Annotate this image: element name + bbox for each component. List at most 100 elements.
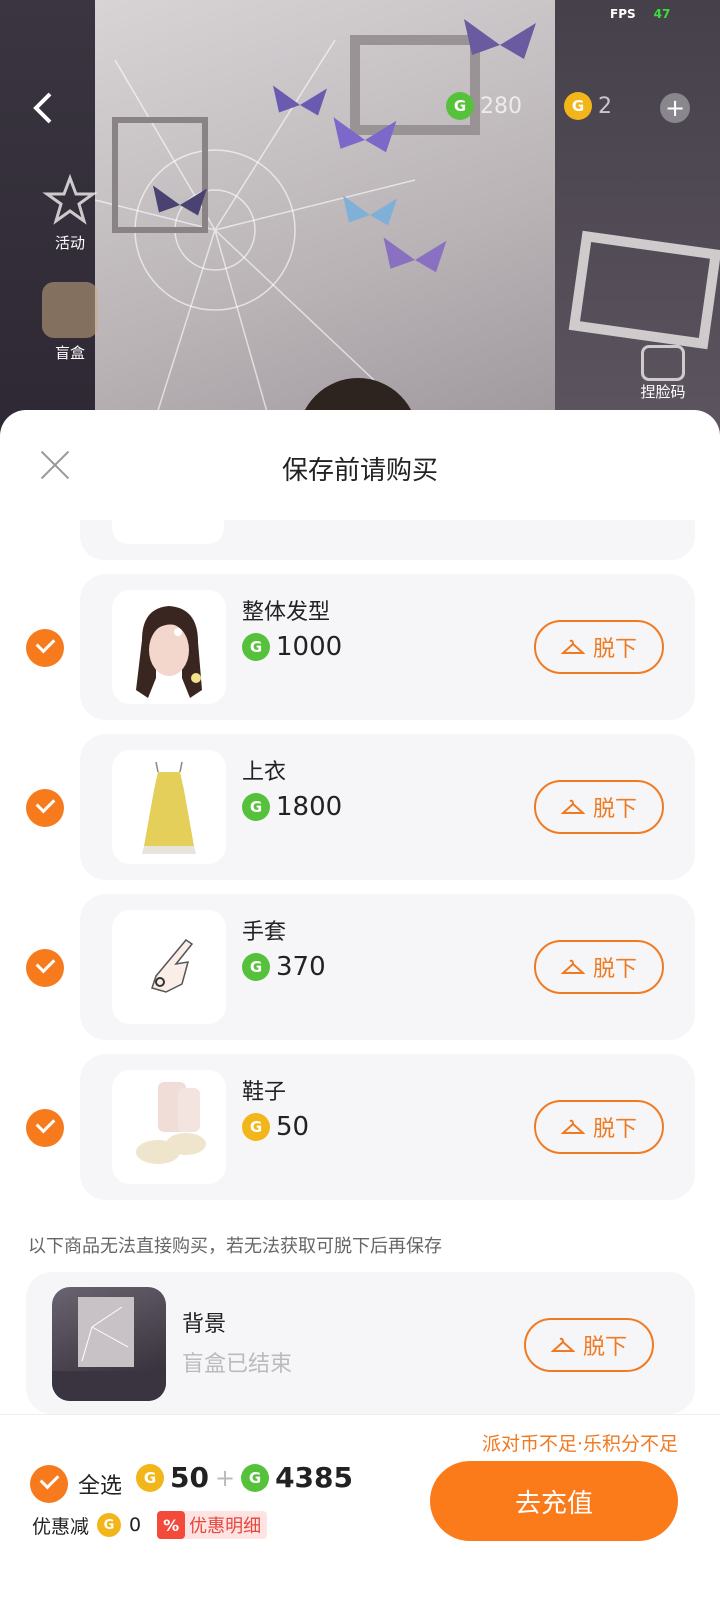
discount-row: 优惠减 G 0 % 优惠明细	[32, 1511, 268, 1539]
item-price-value: 1000	[276, 632, 343, 662]
item-thumbnail	[112, 750, 226, 864]
item-thumbnail	[112, 910, 226, 1024]
item-price-value: 50	[276, 1112, 310, 1142]
gold-total: 50	[170, 1461, 209, 1494]
green-coin-icon: G	[242, 633, 270, 661]
scene-frame	[568, 230, 720, 350]
hanger-icon	[560, 1119, 585, 1134]
item-price-value: 1800	[276, 792, 343, 822]
gold-coin-icon: G	[97, 1513, 122, 1537]
take-off-label: 脱下	[592, 1117, 637, 1142]
recharge-button[interactable]: 去充值	[430, 1461, 678, 1541]
take-off-button[interactable]: 脱下	[534, 620, 664, 674]
fps-value: 47	[653, 7, 671, 21]
green-coin-icon: G	[242, 793, 270, 821]
item-price: G 50	[242, 1112, 309, 1142]
fps-counter: FPS 47	[610, 7, 670, 21]
green-coin-icon: G	[241, 1463, 270, 1492]
green-coin-icon: G	[446, 92, 474, 120]
gold-coin-icon: G	[564, 92, 592, 120]
plus-sign: +	[214, 1463, 236, 1492]
item-thumbnail	[112, 520, 224, 544]
face-scan-icon	[641, 345, 685, 381]
background-scene	[0, 0, 720, 440]
item-name: 上衣	[242, 760, 287, 785]
item-name: 手套	[242, 920, 287, 945]
item-name: 背景	[182, 1312, 227, 1337]
discount-detail-button[interactable]: % 优惠明细	[157, 1511, 268, 1539]
green-coin-amount: 280	[480, 93, 522, 119]
green-coin-balance[interactable]: G 280	[446, 92, 522, 120]
butterfly-icon	[464, 19, 536, 59]
list-item: 手套 G 370 脱下	[26, 894, 695, 1040]
unavailable-item: 背景 盲盒已结束 脱下	[26, 1272, 695, 1414]
item-checkbox[interactable]	[26, 789, 64, 827]
star-icon	[42, 172, 98, 228]
list-item: 上衣 G 1800 脱下	[26, 734, 695, 880]
back-button[interactable]	[28, 88, 68, 128]
item-thumbnail	[112, 1070, 226, 1184]
gold-coin-icon: G	[242, 1113, 270, 1141]
green-total: 4385	[275, 1461, 354, 1494]
chevron-left-icon	[33, 92, 52, 124]
activity-label: 活动	[54, 234, 85, 252]
hanger-icon	[560, 959, 585, 974]
fps-label: FPS	[610, 7, 636, 21]
take-off-label: 脱下	[582, 1335, 627, 1360]
face-code-label: 捏脸码	[640, 383, 686, 401]
item-checkbox[interactable]	[26, 949, 64, 987]
discount-value: 0	[129, 1514, 142, 1536]
take-off-label: 脱下	[592, 957, 637, 982]
butterfly-icon	[153, 185, 207, 216]
face-code-button[interactable]: 捏脸码	[628, 345, 698, 402]
sheet-header: 保存前请购买	[0, 410, 720, 520]
gift-box-icon	[42, 282, 98, 338]
take-off-button[interactable]: 脱下	[534, 1100, 664, 1154]
blindbox-button[interactable]: 盲盒	[38, 282, 102, 363]
insufficient-warning: 派对币不足·乐积分不足	[481, 1433, 678, 1455]
item-status: 盲盒已结束	[182, 1352, 293, 1377]
butterfly-icon	[333, 117, 397, 153]
total-price: G 50 + G 4385	[136, 1461, 353, 1494]
activity-button[interactable]: 活动	[38, 172, 102, 253]
list-item: 鞋子 G 50 脱下	[26, 1054, 695, 1200]
recharge-label: 去充值	[514, 1488, 593, 1519]
list-item-partial	[80, 520, 695, 560]
item-price: G 370	[242, 952, 326, 982]
green-coin-icon: G	[242, 953, 270, 981]
item-checkbox[interactable]	[26, 1109, 64, 1147]
hanger-icon	[560, 639, 585, 654]
percent-icon: %	[157, 1511, 186, 1539]
background-thumbnail	[52, 1287, 166, 1401]
select-all-label: 全选	[78, 1474, 123, 1499]
select-all-checkbox[interactable]	[30, 1465, 68, 1503]
discount-label: 优惠减	[32, 1515, 90, 1538]
item-price: G 1800	[242, 792, 342, 822]
select-all-toggle[interactable]: 全选	[30, 1465, 122, 1503]
blindbox-label: 盲盒	[54, 344, 85, 362]
take-off-button[interactable]: 脱下	[534, 780, 664, 834]
gold-coin-icon: G	[136, 1463, 164, 1492]
take-off-label: 脱下	[592, 637, 637, 662]
discount-detail-label: 优惠明细	[189, 1516, 262, 1537]
hanger-icon	[550, 1337, 575, 1352]
hanger-icon	[560, 799, 585, 814]
item-name: 鞋子	[242, 1080, 287, 1105]
take-off-button[interactable]: 脱下	[524, 1318, 654, 1372]
item-checkbox[interactable]	[26, 629, 64, 667]
item-price-value: 370	[276, 952, 326, 982]
unavailable-note: 以下商品无法直接购买，若无法获取可脱下后再保存	[28, 1236, 442, 1257]
add-currency-button[interactable]: +	[660, 93, 690, 123]
checkout-footer: 派对币不足·乐积分不足 全选 G 50 + G 4385 优惠减 G 0 % 优…	[0, 1414, 720, 1600]
item-name: 整体发型	[242, 600, 331, 625]
list-item: 整体发型 G 1000 脱下	[26, 574, 695, 720]
item-thumbnail	[112, 590, 226, 704]
butterfly-icon	[273, 85, 327, 116]
item-price: G 1000	[242, 632, 342, 662]
sheet-title: 保存前请购买	[281, 456, 438, 486]
gold-coin-amount: 2	[598, 93, 612, 119]
gold-coin-balance[interactable]: G 2	[564, 92, 612, 120]
take-off-label: 脱下	[592, 797, 637, 822]
butterfly-icon	[383, 237, 447, 273]
take-off-button[interactable]: 脱下	[534, 940, 664, 994]
